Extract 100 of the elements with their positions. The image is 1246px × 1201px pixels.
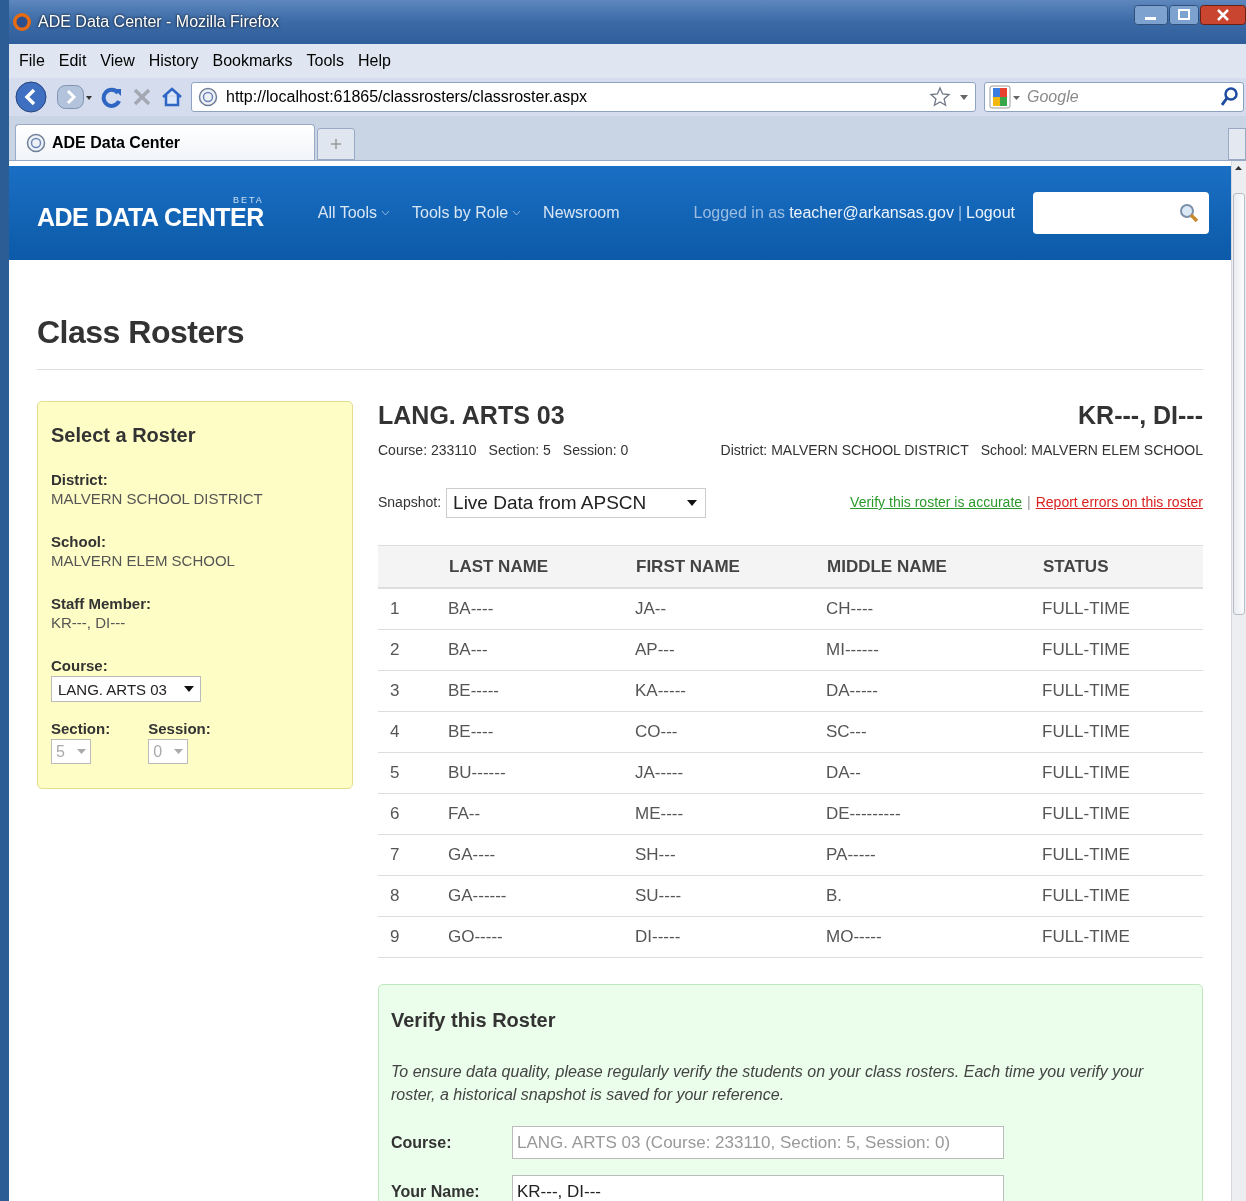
forward-button[interactable] [57, 83, 93, 111]
field-label: Staff Member: [51, 595, 152, 612]
search-icon [1179, 203, 1199, 223]
table-cell: AP--- [635, 629, 826, 671]
table-cell: DI----- [635, 916, 826, 958]
field-label: Course: [51, 657, 109, 674]
dropdown-arrow-icon[interactable] [959, 93, 969, 101]
teacher-name: KR---, DI--- [1078, 401, 1203, 430]
menu-item[interactable]: Bookmarks [212, 52, 293, 70]
menu-item[interactable]: File [19, 52, 45, 70]
close-button[interactable] [1200, 5, 1246, 25]
maximize-button[interactable] [1169, 5, 1199, 25]
table-cell: KA----- [635, 670, 826, 712]
table-cell: GA------ [448, 875, 635, 917]
course-detail: Session: 0 [562, 442, 629, 458]
home-button[interactable] [161, 86, 183, 108]
report-link[interactable]: Report errors on this roster [1035, 494, 1203, 510]
table-cell: FULL-TIME [1042, 916, 1203, 958]
row-number: 1 [378, 588, 448, 630]
menu-item[interactable]: Edit [58, 52, 87, 70]
logo[interactable]: BETA ADE DATA CENTER [37, 194, 264, 232]
row-number: 5 [378, 752, 448, 794]
row-number: 6 [378, 793, 448, 835]
scrollbar-thumb[interactable] [1233, 193, 1245, 615]
menu-item[interactable]: History [148, 52, 199, 70]
address-bar[interactable]: http://localhost:61865/classrosters/classroster.aspx [191, 82, 976, 112]
globe-icon [198, 87, 218, 107]
menu-item[interactable]: View [100, 52, 135, 70]
beta-label: BETA [232, 194, 264, 205]
panel-title: Select a Roster [51, 424, 197, 447]
table-cell: SU---- [635, 875, 826, 917]
dropdown-arrow-icon [77, 749, 86, 754]
menu-item[interactable]: Tools [306, 52, 344, 70]
field-value: MALVERN SCHOOL DISTRICT [51, 490, 264, 507]
field-label: School: [51, 533, 107, 550]
table-cell: FULL-TIME [1042, 793, 1203, 835]
logo-text: ADE DATA CENTER [37, 202, 264, 232]
table-cell: GA---- [448, 834, 635, 876]
snapshot-select[interactable]: Live Data from APSCN [446, 488, 707, 518]
row-number: 4 [378, 711, 448, 753]
table-cell: FULL-TIME [1042, 629, 1203, 671]
plus-icon [330, 138, 342, 150]
nav-link[interactable]: Tools by Role [412, 204, 522, 222]
table-cell: FULL-TIME [1042, 752, 1203, 794]
nav-link[interactable]: Newsroom [543, 204, 620, 222]
search-bar[interactable]: Google [984, 82, 1244, 112]
field-value: KR---, DI--- [51, 614, 127, 631]
back-button[interactable] [15, 81, 49, 113]
table-cell: FULL-TIME [1042, 834, 1203, 876]
row-number: 2 [378, 629, 448, 671]
table-cell: FULL-TIME [1042, 711, 1203, 753]
table-cell: CH---- [826, 588, 1042, 630]
nav-link[interactable]: All Tools [317, 204, 391, 222]
table-cell: JA----- [635, 752, 826, 794]
search-icon[interactable] [1221, 87, 1239, 107]
table-cell: B. [826, 875, 1042, 917]
minimize-button[interactable] [1134, 5, 1168, 25]
menu-item[interactable]: Help [357, 52, 391, 70]
user-email: teacher@arkansas.gov [789, 204, 954, 222]
field-label: District: [51, 471, 109, 488]
bookmark-star-icon[interactable] [929, 86, 951, 108]
panel-title: Verify this Roster [391, 1009, 557, 1032]
table-cell: BU------ [448, 752, 635, 794]
login-label: Logged in as [693, 204, 786, 222]
table-cell: BE---- [448, 711, 635, 753]
row-number: 8 [378, 875, 448, 917]
reload-button[interactable] [101, 86, 123, 108]
dropdown-arrow-icon [687, 500, 698, 506]
location-detail: School: MALVERN ELEM SCHOOL [980, 442, 1203, 458]
page-title: Class Rosters [37, 314, 1203, 370]
browser-tab[interactable]: ADE Data Center [15, 124, 315, 160]
table-cell: FA-- [448, 793, 635, 835]
globe-icon [26, 132, 46, 153]
table-cell: MO----- [826, 916, 1042, 958]
search-engine-icon[interactable] [989, 85, 1021, 109]
table-cell: CO--- [635, 711, 826, 753]
search-field[interactable] [1033, 192, 1209, 234]
scrollbar[interactable] [1231, 161, 1246, 1201]
table-cell: BA--- [448, 629, 635, 671]
table-cell: DA-- [826, 752, 1042, 794]
separator: | [957, 204, 963, 222]
window-title: ADE Data Center - Mozilla Firefox [38, 13, 279, 31]
description: To ensure data quality, please regularly verify the students on your class rosters. Each time you verify your roster, a historical snapshot is saved for your reference. [391, 1062, 1145, 1105]
table-cell: GO----- [448, 916, 635, 958]
field-value: MALVERN ELEM SCHOOL [51, 552, 236, 569]
column-header: STATUS [1042, 545, 1203, 588]
course-detail: Course: 233110 [378, 442, 477, 458]
course-select[interactable]: LANG. ARTS 03 [51, 676, 201, 702]
field-label: Session: [148, 720, 211, 737]
row-number: 9 [378, 916, 448, 958]
table-cell: DA----- [826, 670, 1042, 712]
input-field[interactable]: KR---, DI--- [512, 1175, 1004, 1201]
dropdown-arrow-icon [184, 686, 194, 692]
table-cell: FULL-TIME [1042, 670, 1203, 712]
separator: | [1027, 494, 1031, 510]
column-header: MIDDLE NAME [826, 545, 1042, 588]
logout-link[interactable]: Logout [966, 204, 1015, 222]
verify-link[interactable]: Verify this roster is accurate [850, 494, 1023, 510]
table-cell: JA-- [635, 588, 826, 630]
column-header: FIRST NAME [635, 545, 826, 588]
